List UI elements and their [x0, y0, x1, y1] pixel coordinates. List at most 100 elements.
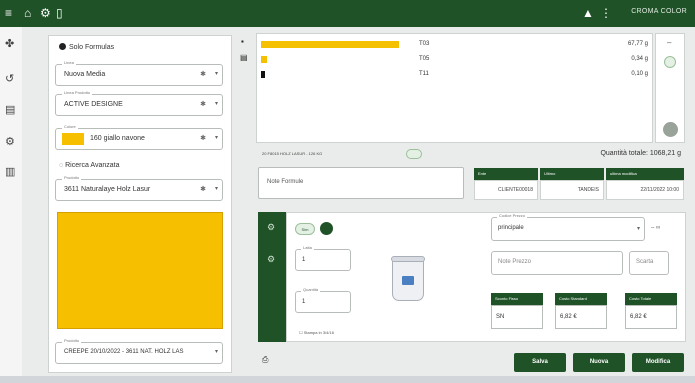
colore-select[interactable]: Colore 160 giallo navone ✱ ▾: [55, 124, 223, 150]
info-modifica: ultima modifica 22/11/2022 10:00: [606, 168, 684, 200]
note-formula-field[interactable]: Note Formule: [258, 167, 464, 199]
add-icon[interactable]: [664, 56, 676, 68]
chevron-down-icon[interactable]: ▾: [215, 70, 218, 77]
component-qty: 0,10 g: [631, 71, 648, 77]
prodotto-select[interactable]: Prodotto 3611 Naturalaye Holz Lasur ✱ ▾: [55, 175, 223, 201]
menu-icon[interactable]: ≡: [5, 6, 12, 20]
settings-icon[interactable]: ⚙: [5, 135, 15, 148]
edit-icon[interactable]: [320, 222, 333, 235]
quantity-bar: [261, 56, 267, 63]
remove-icon[interactable]: – ∞: [651, 225, 660, 231]
os-taskbar: [0, 376, 695, 383]
quantita-input[interactable]: Quantità 1: [295, 287, 351, 313]
input-placeholder: Note Prezzo: [498, 259, 532, 265]
print-icon[interactable]: ⎙: [262, 355, 268, 365]
left-rail: ✤ ↺ ▤ ⚙ ▥: [0, 27, 22, 383]
field-value: Nuova Media: [64, 71, 106, 78]
quantity-bar: [261, 41, 399, 48]
info-value: TANDEIS: [540, 180, 604, 200]
save-button[interactable]: Salva: [514, 353, 566, 372]
cost-card: Sconto Fisso SN: [491, 293, 543, 329]
radio-label: Solo Formulas: [69, 44, 115, 51]
bucket-lid: [391, 256, 425, 262]
settings-icon[interactable]: ⚙: [267, 254, 275, 265]
collapse-icon[interactable]: –: [667, 38, 671, 47]
field-label: Prodotto: [62, 338, 82, 343]
note-placeholder: Note Formule: [267, 179, 304, 185]
card-value: SN: [491, 305, 543, 329]
total-quantity: Quantità totale: 1068,21 g: [600, 150, 681, 157]
recipe-side-bar: ⚙ ⚙: [258, 212, 286, 342]
top-bar: ≡ ⌂ ⚙ ▯ ▲ ⋮ CROMA COLOR: [0, 0, 695, 27]
home-icon[interactable]: ⌂: [24, 6, 31, 20]
input-label: Codice Prezzo: [497, 213, 528, 218]
list-item[interactable]: T03 67,77 g: [257, 38, 654, 52]
bucket-label: [402, 276, 414, 285]
card-head: Sconto Fisso: [491, 293, 543, 305]
field-value: 160 giallo navone: [90, 135, 145, 142]
stampa-checkbox[interactable]: ☐ Stampa in 3/4/16: [299, 330, 334, 335]
info-value: CLIENTE00018: [474, 180, 538, 200]
linea-select[interactable]: Linea Nuova Media ✱ ▾: [55, 60, 223, 86]
document-icon[interactable]: ▤: [5, 103, 15, 116]
component-code: T03: [419, 41, 430, 47]
scarta-button[interactable]: Scarta: [629, 251, 669, 275]
info-ultimo: Ultimo TANDEIS: [540, 168, 604, 200]
component-qty: 67,77 g: [627, 41, 648, 47]
new-button[interactable]: Nuova: [573, 353, 625, 372]
clear-icon[interactable]: ✱: [200, 185, 206, 193]
bell-icon[interactable]: ▲: [582, 6, 594, 20]
palette-icon[interactable]: ✤: [5, 37, 14, 50]
summary-row: 20 F8015 HOLZ LASUR - 126 KG Quantità to…: [256, 146, 685, 164]
card-value: 6,82 €: [625, 305, 677, 329]
chevron-down-icon[interactable]: ▾: [215, 100, 218, 107]
refresh-icon[interactable]: [663, 122, 678, 137]
paint-bucket-image: [391, 256, 425, 301]
input-value: 1: [302, 299, 306, 305]
settings-icon[interactable]: ⚙: [267, 222, 275, 233]
modify-button[interactable]: Modifica: [632, 353, 684, 372]
chevron-down-icon[interactable]: ▾: [215, 185, 218, 192]
input-value: 1: [302, 257, 306, 263]
latta-input[interactable]: Latta 1: [295, 245, 351, 271]
recipe-panel: Sim Latta 1 Quantità 1 ☐ Stampa in 3/4/1…: [286, 212, 686, 342]
clear-icon[interactable]: ✱: [200, 100, 206, 108]
quantity-bar: [261, 71, 265, 78]
brand-label: CROMA COLOR: [631, 8, 687, 15]
color-chip: [62, 133, 84, 145]
formula-select[interactable]: Prodotto CREEPE 20/10/2022 - 3611 NAT. H…: [55, 338, 223, 364]
toggle-switch[interactable]: [406, 149, 422, 159]
radio-dot-icon: [59, 43, 66, 50]
note-prezzo-field[interactable]: Note Prezzo: [491, 251, 623, 275]
input-value: principale: [498, 225, 524, 231]
list-item[interactable]: T05 0,34 g: [257, 53, 654, 67]
radio-solo-formule[interactable]: Solo Formulas: [59, 43, 114, 51]
card-value: 6,82 €: [555, 305, 607, 329]
input-label: Latta: [301, 245, 314, 250]
info-icon[interactable]: ⋮: [600, 6, 612, 20]
gear-icon[interactable]: ⚙: [40, 6, 51, 20]
list-side-controls: –: [655, 33, 685, 143]
clipboard-icon[interactable]: ▥: [5, 165, 15, 178]
clear-icon[interactable]: ✱: [200, 134, 206, 142]
history-icon[interactable]: ↺: [5, 72, 14, 85]
document-icon[interactable]: ▯: [56, 6, 63, 20]
field-label: Prodotto: [62, 175, 82, 180]
chevron-down-icon[interactable]: ▾: [637, 225, 640, 232]
radio-ricerca-avanzata[interactable]: ◌ Ricerca Avanzata: [59, 162, 119, 169]
input-label: Quantità: [301, 287, 321, 292]
list-item[interactable]: T11 0,10 g: [257, 68, 654, 82]
codice-prezzo-select[interactable]: Codice Prezzo principale ▾: [491, 213, 645, 241]
component-qty: 0,34 g: [631, 56, 648, 62]
clear-icon[interactable]: ✱: [200, 70, 206, 78]
chevron-down-icon[interactable]: ▾: [215, 134, 218, 141]
print-icon[interactable]: ▤: [240, 53, 248, 62]
chevron-down-icon[interactable]: ▾: [215, 348, 218, 355]
card-head: Costo Totale: [625, 293, 677, 305]
field-value: CREEPE 20/10/2022 - 3611 NAT. HOLZ LAS: [64, 349, 184, 355]
pin-icon[interactable]: ▪: [241, 37, 244, 46]
status-pill[interactable]: Sim: [295, 223, 315, 235]
radio-label: Ricerca Avanzata: [65, 162, 120, 169]
linea-prodotto-select[interactable]: Linea Prodotto ACTIVE DESIGNE ✱ ▾: [55, 90, 223, 116]
radio-empty-icon: ◌: [59, 162, 64, 169]
